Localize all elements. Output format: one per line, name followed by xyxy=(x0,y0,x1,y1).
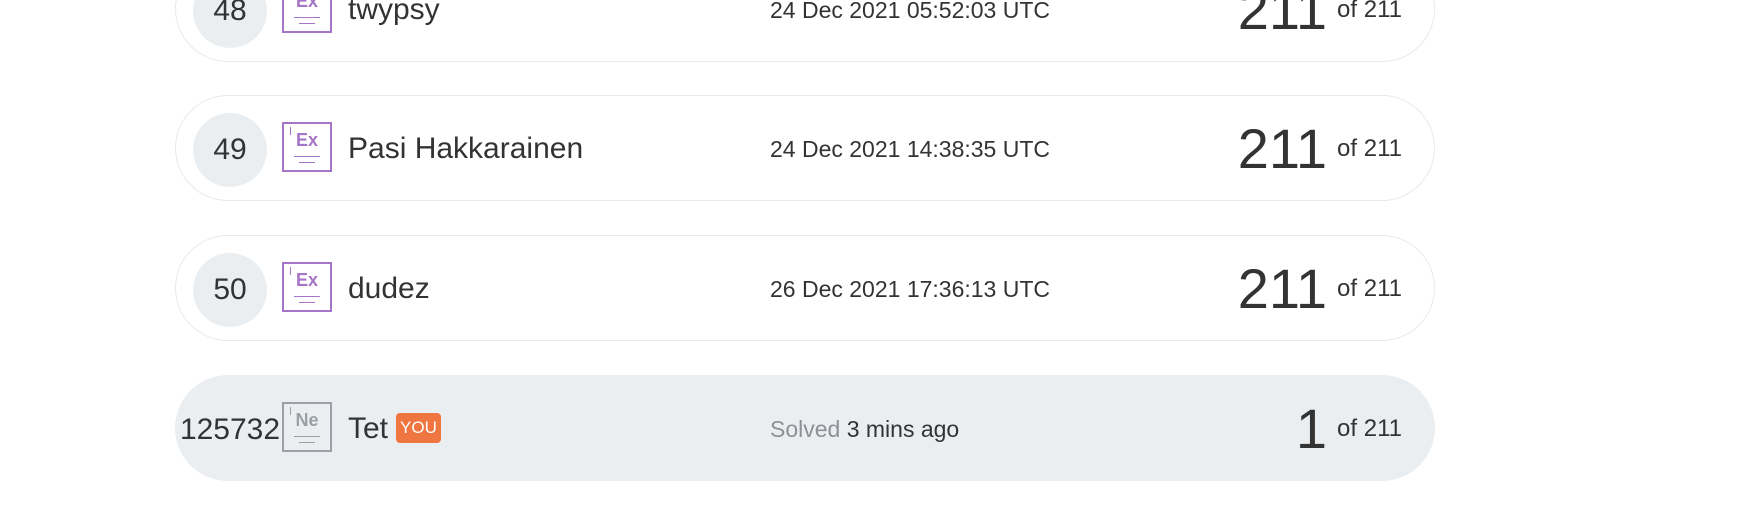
score-total: of 211 xyxy=(1337,135,1402,162)
solved-status: Solved 3 mins ago xyxy=(770,376,959,482)
score-total: of 211 xyxy=(1337,0,1402,23)
leaderboard-row[interactable]: 49 Ex Pasi Hakkarainen 24 Dec 2021 14:38… xyxy=(175,95,1435,201)
score-value: 211 xyxy=(1237,0,1328,41)
score-value: 211 xyxy=(1237,117,1328,180)
leaderboard-list: 48 Ex twypsy 24 Dec 2021 05:52:03 UTC 21… xyxy=(0,0,1754,512)
score-total: of 211 xyxy=(1337,415,1402,442)
rank-number: 50 xyxy=(193,253,267,327)
user-name-link[interactable]: Tet YOU xyxy=(348,376,441,482)
user-name-link[interactable]: Pasi Hakkarainen xyxy=(348,96,583,202)
rank-number: 125732 xyxy=(179,413,281,446)
you-badge: YOU xyxy=(396,413,441,444)
solved-label: Solved xyxy=(770,416,841,442)
rank-number: 48 xyxy=(193,0,267,48)
expert-level-icon: Ex xyxy=(282,122,332,172)
score: 211 of 211 xyxy=(1238,236,1402,342)
leaderboard-row[interactable]: 48 Ex twypsy 24 Dec 2021 05:52:03 UTC 21… xyxy=(175,0,1435,62)
solved-date: 24 Dec 2021 05:52:03 UTC xyxy=(770,0,1051,23)
user-name-text: Tet xyxy=(348,412,389,445)
expert-level-icon: Ex xyxy=(282,262,332,312)
score: 1 of 211 xyxy=(1296,376,1402,482)
user-name-link[interactable]: dudez xyxy=(348,236,430,342)
score: 211 of 211 xyxy=(1238,96,1402,202)
current-user-row[interactable]: 125732 Ne Tet YOU Solved 3 mins ago 1 of 2… xyxy=(175,375,1435,481)
score-value: 1 xyxy=(1295,397,1328,460)
newbie-level-icon: Ne xyxy=(282,402,332,452)
score: 211 of 211 xyxy=(1238,0,1402,63)
solved-date: 24 Dec 2021 14:38:35 UTC xyxy=(770,136,1051,162)
score-value: 211 xyxy=(1237,257,1328,320)
leaderboard-row[interactable]: 50 Ex dudez 26 Dec 2021 17:36:13 UTC 211… xyxy=(175,235,1435,341)
expert-level-icon: Ex xyxy=(282,0,332,33)
rank-number: 49 xyxy=(193,113,267,187)
solved-date: 26 Dec 2021 17:36:13 UTC xyxy=(770,276,1051,302)
score-total: of 211 xyxy=(1337,275,1402,302)
solved-time: 3 mins ago xyxy=(846,416,960,442)
user-name-link[interactable]: twypsy xyxy=(348,0,440,63)
